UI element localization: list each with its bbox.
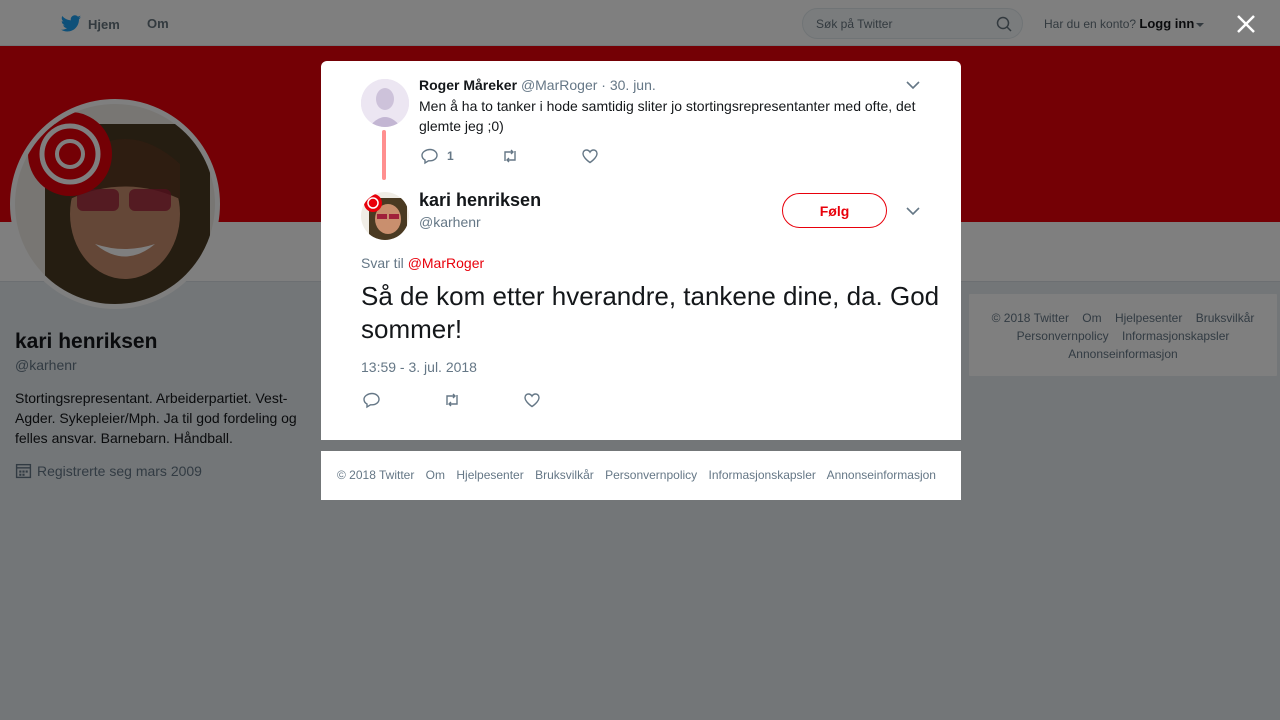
parent-reply-button[interactable]: 1 [421, 147, 501, 165]
follow-button[interactable]: Følg [782, 193, 887, 228]
reply-to-prefix: Svar til [361, 255, 404, 271]
reply-icon [421, 148, 438, 165]
parent-author-name[interactable]: Roger Måreker [419, 77, 517, 93]
parent-retweet-button[interactable] [501, 147, 581, 165]
close-icon[interactable] [1235, 13, 1257, 35]
footer-link-about[interactable]: Om [426, 468, 445, 482]
tweet-modal: Roger Måreker @MarRoger · 30. jun. Men å… [321, 61, 961, 440]
main-author-handle[interactable]: @karhenr [419, 214, 481, 230]
main-author-name[interactable]: kari henriksen [419, 190, 541, 211]
reply-to-line: Svar til @MarRoger [361, 255, 484, 271]
main-reply-button[interactable] [363, 391, 443, 409]
parent-tweet-actions: 1 [421, 147, 661, 165]
parent-like-button[interactable] [581, 147, 661, 165]
reply-icon [363, 392, 380, 409]
chevron-down-icon[interactable] [906, 80, 920, 90]
chevron-down-icon[interactable] [906, 206, 920, 216]
main-like-button[interactable] [523, 391, 603, 409]
thread-line [382, 130, 386, 180]
parent-avatar[interactable] [361, 79, 409, 127]
main-retweet-button[interactable] [443, 391, 523, 409]
retweet-icon [446, 393, 458, 407]
parent-tweet-text: Men å ha to tanker i hode samtidig slite… [419, 98, 916, 134]
parent-tweet-header: Roger Måreker @MarRoger · 30. jun. [419, 77, 656, 93]
footer-link-help[interactable]: Hjelpesenter [456, 468, 523, 482]
main-tweet-timestamp[interactable]: 13:59 - 3. jul. 2018 [361, 359, 477, 375]
parent-reply-count: 1 [447, 149, 454, 163]
main-avatar-photo [361, 192, 409, 240]
parent-separator: · [601, 77, 606, 93]
main-tweet-text: Så de kom etter hverandre, tankene dine,… [361, 281, 940, 344]
retweet-icon [504, 149, 516, 163]
heart-icon [524, 393, 540, 408]
footer-copyright: © 2018 Twitter [337, 468, 415, 482]
heart-icon [582, 149, 598, 164]
parent-author-handle[interactable]: @MarRoger [521, 77, 597, 93]
parent-date[interactable]: 30. jun. [610, 77, 656, 93]
reply-to-handle-link[interactable]: @MarRoger [408, 255, 484, 271]
footer-link-ads[interactable]: Annonseinformasjon [827, 468, 936, 482]
main-tweet-actions [363, 391, 603, 409]
footer-link-cookies[interactable]: Informasjonskapsler [709, 468, 816, 482]
footer-link-privacy[interactable]: Personvernpolicy [605, 468, 697, 482]
main-avatar[interactable] [361, 192, 409, 240]
footer-link-terms[interactable]: Bruksvilkår [535, 468, 594, 482]
modal-footer: © 2018 Twitter Om Hjelpesenter Bruksvilk… [321, 451, 961, 500]
parent-avatar-photo [361, 79, 409, 127]
